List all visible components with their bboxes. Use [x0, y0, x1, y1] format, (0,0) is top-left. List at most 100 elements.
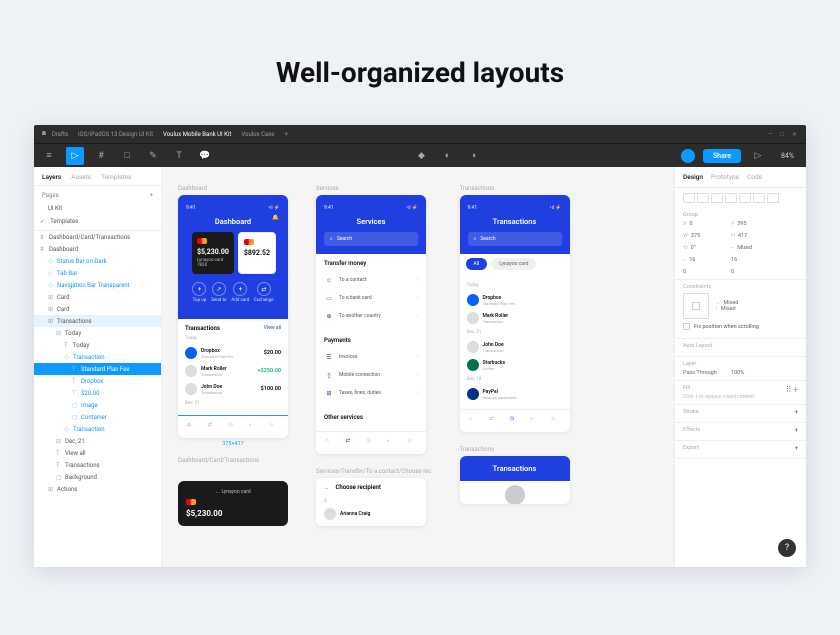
- boolean-icon[interactable]: ◑: [464, 147, 482, 165]
- hero-title: Well-organized layouts: [0, 0, 840, 125]
- transaction-row: Mark RollerTransaction: [467, 309, 563, 327]
- field-y[interactable]: Y395: [731, 221, 773, 227]
- mobile-icon: ▯: [324, 370, 334, 380]
- frame-services[interactable]: 9:41•ıl ⚡ Services ⌕Search Transfer mone…: [316, 195, 426, 454]
- transaction-row: DropboxStandard Plan Fee: [467, 291, 563, 309]
- tab-bar: ⌂ ⇄ ◷ ⫞ ☺: [178, 415, 288, 438]
- layer-row[interactable]: ◇Tab Bar: [34, 267, 161, 279]
- constraint-v[interactable]: ↕Mixed: [715, 306, 757, 312]
- list-item: ☰Invoices›: [324, 348, 418, 366]
- page-uikit[interactable]: UI Kit: [34, 202, 161, 215]
- align-tools[interactable]: [675, 188, 806, 208]
- layer-row[interactable]: #Dashboard/Card/Transactions: [34, 231, 161, 243]
- fix-position-checkbox[interactable]: Fix position when scrolling: [683, 319, 798, 334]
- layer-row[interactable]: ⊟Dec, 21: [34, 435, 161, 447]
- chart-icon: ⫞: [248, 422, 258, 432]
- avatar[interactable]: [681, 149, 695, 163]
- transaction-row: John DoeTransaction: [467, 338, 563, 356]
- layer-row[interactable]: T$20.00: [34, 387, 161, 399]
- search-icon: ⌕: [474, 236, 477, 242]
- tab-templates[interactable]: Templates: [101, 173, 131, 181]
- tab-layers[interactable]: Layers: [42, 173, 61, 181]
- tab-code[interactable]: Code: [747, 173, 762, 181]
- layer-row[interactable]: ⊟Today: [34, 327, 161, 339]
- minimize-icon[interactable]: —: [768, 131, 774, 137]
- list-item: ⊕To another country›: [324, 307, 418, 325]
- card-primary: $5,230.00 Lynayoo card 7830: [192, 232, 234, 274]
- pen-tool[interactable]: ✎: [144, 147, 162, 165]
- canvas[interactable]: Dashboard 9:41•ıl ⚡ Dashboard 🔔 $5,230.0…: [162, 167, 674, 567]
- layer-row[interactable]: ▢Background: [34, 471, 161, 483]
- action-addcard: +Add card: [231, 282, 249, 303]
- zoom-level[interactable]: 84%: [781, 152, 794, 160]
- tab-add[interactable]: +: [284, 131, 287, 138]
- frame-tool[interactable]: #: [92, 147, 110, 165]
- move-tool[interactable]: ▷: [66, 147, 84, 165]
- transaction-row: StarbucksCoffee: [467, 356, 563, 374]
- close-icon[interactable]: ✕: [792, 131, 798, 137]
- text-tool[interactable]: T: [170, 147, 188, 165]
- tab-voulux[interactable]: Voulux Mobile Bank UI Kit: [163, 131, 231, 138]
- share-button[interactable]: Share: [703, 149, 741, 163]
- layer-row[interactable]: ◇Transaction: [34, 351, 161, 363]
- maximize-icon[interactable]: □: [780, 131, 786, 137]
- invoice-icon: ☰: [324, 352, 334, 362]
- layer-row[interactable]: ▢Container: [34, 411, 161, 423]
- layer-row[interactable]: ⊞Card: [34, 291, 161, 303]
- layer-row[interactable]: ⊞Card: [34, 303, 161, 315]
- opacity-field[interactable]: 100%: [731, 370, 773, 376]
- tab-drafts[interactable]: Drafts: [52, 131, 68, 138]
- screen-title: Dashboard: [186, 217, 280, 226]
- layer-row[interactable]: TDropbox: [34, 375, 161, 387]
- layer-row[interactable]: TTransactions: [34, 459, 161, 471]
- comment-tool[interactable]: 💬: [196, 147, 214, 165]
- shape-tool[interactable]: □: [118, 147, 136, 165]
- frame-dashboard[interactable]: 9:41•ıl ⚡ Dashboard 🔔 $5,230.00 Lynayoo …: [178, 195, 288, 438]
- layer-row[interactable]: TStandard Plan Fee: [34, 363, 161, 375]
- mask-icon[interactable]: ◐: [438, 147, 456, 165]
- chip-card: Lynayoo card: [491, 258, 536, 270]
- menu-icon[interactable]: ≡: [40, 147, 58, 165]
- layer-row[interactable]: ⊞Actions: [34, 483, 161, 495]
- globe-icon: ⊕: [324, 311, 334, 321]
- mastercard-icon: [197, 238, 207, 244]
- layer-row[interactable]: TToday: [34, 339, 161, 351]
- add-export-button[interactable]: +: [795, 445, 798, 454]
- tab-ios[interactable]: iOS/iPadOS 13 Design UI Kit: [78, 131, 153, 138]
- tab-prototype[interactable]: Prototype: [711, 173, 739, 181]
- field-radius[interactable]: ⌐Mixed: [731, 245, 773, 251]
- page-templates[interactable]: Templates: [34, 215, 161, 228]
- add-effect-button[interactable]: +: [795, 427, 798, 436]
- field-x[interactable]: X0: [683, 221, 725, 227]
- constraints-widget[interactable]: [683, 293, 709, 319]
- add-fill-button[interactable]: ⠿ +: [786, 385, 798, 394]
- field-w[interactable]: W375: [683, 233, 725, 239]
- home-icon: ⌂: [187, 422, 197, 432]
- layer-row[interactable]: ▢Image: [34, 399, 161, 411]
- frame-card-detail[interactable]: ← Lynayoo card $5,230.00: [178, 481, 288, 526]
- layer-row[interactable]: TView all: [34, 447, 161, 459]
- layer-row[interactable]: ◇Transaction: [34, 423, 161, 435]
- tab-assets[interactable]: Assets: [71, 173, 91, 181]
- layer-row[interactable]: ⊞Transactions: [34, 315, 161, 327]
- layer-row[interactable]: ◇Navigation Bar Transparent: [34, 279, 161, 291]
- help-button[interactable]: ?: [778, 539, 796, 557]
- blend-mode[interactable]: Pass Through: [683, 370, 725, 376]
- tab-design[interactable]: Design: [683, 173, 703, 181]
- present-icon[interactable]: ▷: [749, 147, 767, 165]
- search-icon: ⌕: [330, 236, 333, 242]
- layer-row[interactable]: #Dashboard: [34, 243, 161, 255]
- add-stroke-button[interactable]: +: [795, 409, 798, 418]
- right-panel: Design Prototype Code Group X0 Y395 W375…: [674, 167, 806, 567]
- field-rot[interactable]: ⟲0°: [683, 245, 725, 251]
- user-icon: ☺: [269, 422, 279, 432]
- tab-case[interactable]: Voulux Case: [241, 131, 274, 138]
- frame-transactions[interactable]: 9:41•ıl ⚡ Transactions ⌕Search All Lynay…: [460, 195, 570, 432]
- component-icon[interactable]: ◆: [412, 147, 430, 165]
- add-page-button[interactable]: +: [150, 192, 153, 199]
- swap-icon: ⇄: [208, 422, 218, 432]
- frame-choose-recipient[interactable]: ←Choose recipient A Arianna Craig: [316, 478, 426, 526]
- field-h[interactable]: H417: [731, 233, 773, 239]
- layer-row[interactable]: ◇Status Bar on Dark: [34, 255, 161, 267]
- frame-transactions-2[interactable]: Transactions: [460, 456, 570, 504]
